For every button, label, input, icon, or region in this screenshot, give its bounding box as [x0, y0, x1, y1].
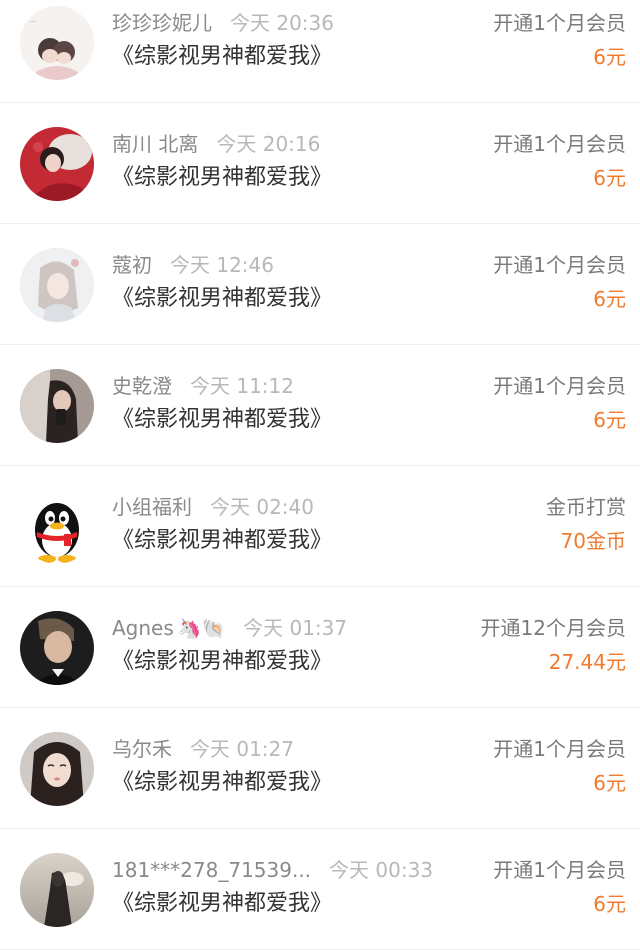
anime-girl-avatar[interactable] [20, 248, 94, 322]
book-title[interactable]: 《综影视男神都爱我》 [112, 284, 332, 314]
list-item[interactable]: 181***278_71539... 今天 00:33 《综影视男神都爱我》 开通… [0, 829, 640, 950]
user-info: 南川 北离 今天 20:16 [112, 131, 320, 157]
selfie-girl-avatar[interactable] [20, 369, 94, 443]
timestamp: 今天 01:27 [190, 737, 294, 761]
name-emoji: 🦄🐚 [177, 618, 226, 640]
user-name[interactable]: 乌尔禾 [112, 737, 172, 761]
user-info: 珍珍珍妮儿 今天 20:36 [112, 10, 334, 36]
timestamp: 今天 00:33 [329, 858, 434, 882]
purchase-amount: 6元 [593, 408, 626, 432]
purchase-action: 开通12个月会员 [480, 616, 626, 640]
user-info: Agnes 🦄🐚 今天 01:37 [112, 615, 347, 642]
man-portrait-avatar[interactable] [20, 611, 94, 685]
qq-penguin-avatar[interactable] [20, 490, 94, 564]
book-title[interactable]: 《综影视男神都爱我》 [112, 647, 332, 677]
list-item[interactable]: 蔻初 今天 12:46 《综影视男神都爱我》 开通1个月会员 6元 [0, 224, 640, 345]
anime-couple-avatar[interactable]: ··· [20, 6, 94, 80]
purchase-amount: 6元 [593, 771, 626, 795]
timestamp: 今天 11:12 [190, 374, 294, 398]
svg-text:···: ··· [30, 19, 36, 26]
purchase-action: 开通1个月会员 [493, 253, 626, 277]
timestamp: 今天 01:37 [243, 616, 348, 640]
user-name[interactable]: 史乾澄 [112, 374, 172, 398]
purchase-amount: 6元 [593, 892, 626, 916]
user-name[interactable]: 南川 北离 [112, 132, 198, 156]
user-name[interactable]: Agnes [112, 616, 174, 640]
list-item[interactable]: 乌尔禾 今天 01:27 《综影视男神都爱我》 开通1个月会员 6元 [0, 708, 640, 829]
purchase-list: ··· 珍珍珍妮儿 今天 20:36 《综影视男神都爱我》 开通1个月会员 6元 … [0, 0, 640, 950]
user-name[interactable]: 蔻初 [112, 253, 152, 277]
list-item[interactable]: 南川 北离 今天 20:16 《综影视男神都爱我》 开通1个月会员 6元 [0, 103, 640, 224]
purchase-action: 开通1个月会员 [493, 858, 626, 882]
silhouette-avatar[interactable] [20, 853, 94, 927]
book-title[interactable]: 《综影视男神都爱我》 [112, 405, 332, 435]
book-title[interactable]: 《综影视男神都爱我》 [112, 768, 332, 798]
timestamp: 今天 20:16 [216, 132, 321, 156]
purchase-amount: 6元 [593, 287, 626, 311]
purchase-action: 开通1个月会员 [493, 132, 626, 156]
user-info: 蔻初 今天 12:46 [112, 252, 274, 278]
timestamp: 今天 02:40 [210, 495, 314, 519]
purchase-amount: 6元 [593, 166, 626, 190]
red-costume-avatar[interactable] [20, 127, 94, 201]
user-name[interactable]: 小组福利 [112, 495, 192, 519]
purchase-amount: 6元 [593, 45, 626, 69]
user-info: 乌尔禾 今天 01:27 [112, 736, 294, 762]
user-info: 181***278_71539... 今天 00:33 [112, 857, 433, 883]
timestamp: 今天 20:36 [230, 11, 334, 35]
book-title[interactable]: 《综影视男神都爱我》 [112, 889, 332, 919]
list-item[interactable]: 史乾澄 今天 11:12 《综影视男神都爱我》 开通1个月会员 6元 [0, 345, 640, 466]
user-name[interactable]: 181***278_71539... [112, 858, 311, 882]
user-name[interactable]: 珍珍珍妮儿 [112, 11, 212, 35]
purchase-amount: 70金币 [560, 529, 626, 553]
purchase-action: 开通1个月会员 [493, 374, 626, 398]
book-title[interactable]: 《综影视男神都爱我》 [112, 526, 332, 556]
list-item[interactable]: ··· 珍珍珍妮儿 今天 20:36 《综影视男神都爱我》 开通1个月会员 6元 [0, 0, 640, 103]
purchase-action: 开通1个月会员 [493, 11, 626, 35]
girl-portrait-avatar[interactable] [20, 732, 94, 806]
book-title[interactable]: 《综影视男神都爱我》 [112, 163, 332, 193]
user-info: 史乾澄 今天 11:12 [112, 373, 294, 399]
purchase-action: 金币打赏 [546, 495, 626, 519]
purchase-action: 开通1个月会员 [493, 737, 626, 761]
list-item[interactable]: 小组福利 今天 02:40 《综影视男神都爱我》 金币打赏 70金币 [0, 466, 640, 587]
user-info: 小组福利 今天 02:40 [112, 494, 314, 520]
purchase-amount: 27.44元 [548, 650, 626, 674]
list-item[interactable]: Agnes 🦄🐚 今天 01:37 《综影视男神都爱我》 开通12个月会员 27.4… [0, 587, 640, 708]
timestamp: 今天 12:46 [170, 253, 274, 277]
book-title[interactable]: 《综影视男神都爱我》 [112, 42, 332, 72]
